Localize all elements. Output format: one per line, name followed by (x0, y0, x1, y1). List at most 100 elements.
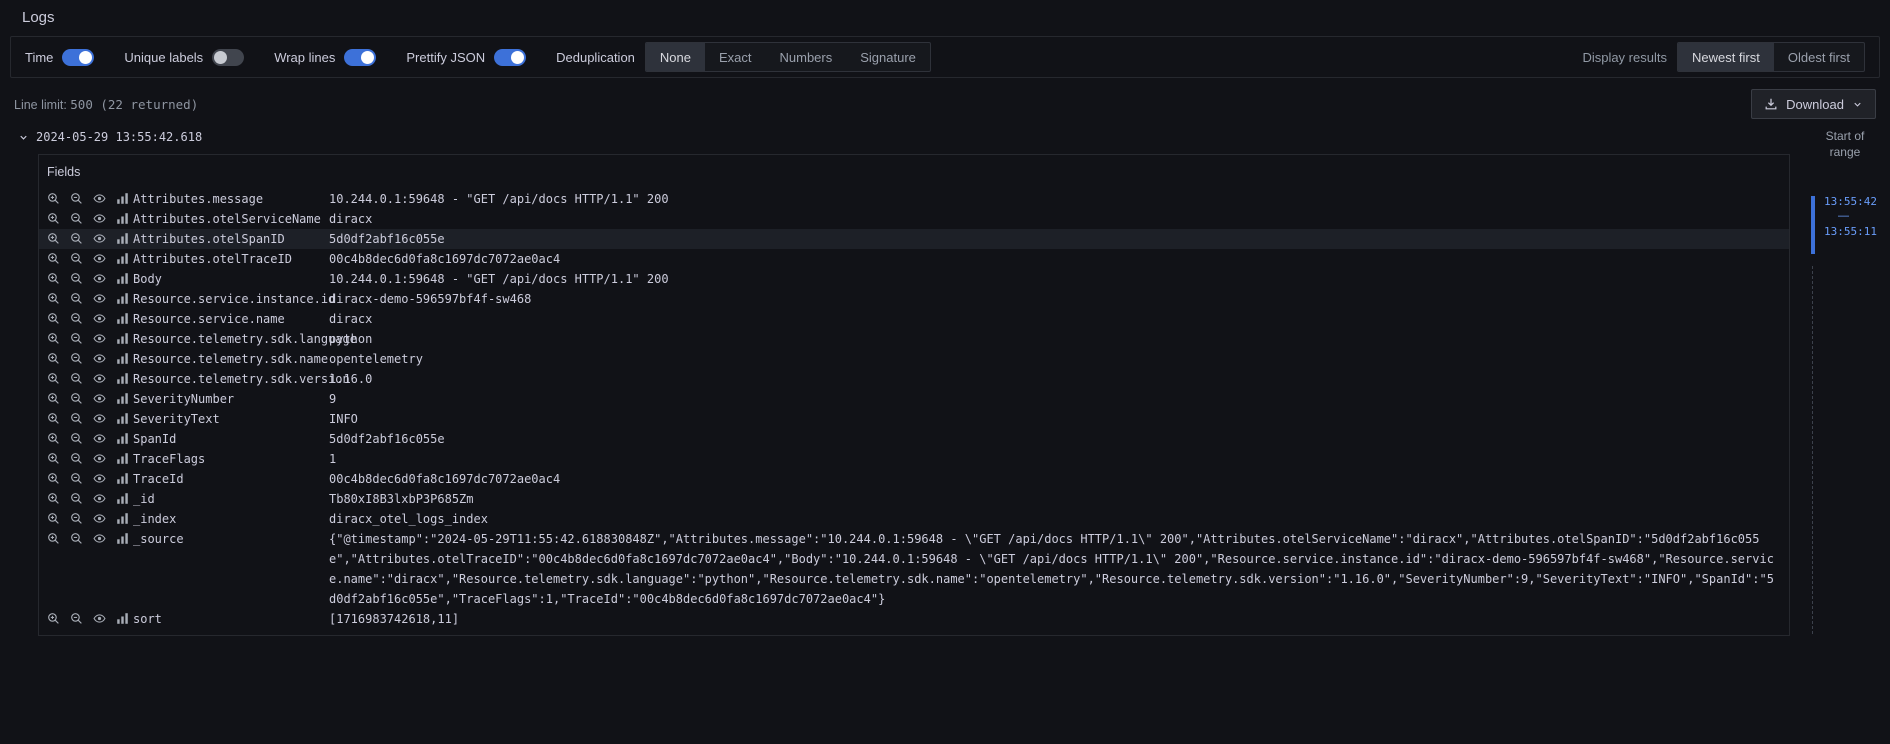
bar-chart-icon[interactable] (116, 392, 129, 405)
zoom-in-icon[interactable] (47, 492, 60, 505)
toggle-switch-prettify-json[interactable] (494, 49, 526, 66)
zoom-out-icon[interactable] (70, 252, 83, 265)
bar-chart-icon[interactable] (116, 232, 129, 245)
zoom-out-icon[interactable] (70, 412, 83, 425)
zoom-out-icon[interactable] (70, 192, 83, 205)
zoom-in-icon[interactable] (47, 432, 60, 445)
eye-icon[interactable] (93, 492, 106, 505)
eye-icon[interactable] (93, 392, 106, 405)
zoom-in-icon[interactable] (47, 332, 60, 345)
display-results-option-oldest-first[interactable]: Oldest first (1774, 43, 1864, 71)
eye-icon[interactable] (93, 472, 106, 485)
zoom-in-icon[interactable] (47, 232, 60, 245)
zoom-out-icon[interactable] (70, 212, 83, 225)
zoom-in-icon[interactable] (47, 272, 60, 285)
zoom-out-icon[interactable] (70, 472, 83, 485)
eye-icon[interactable] (93, 372, 106, 385)
eye-icon[interactable] (93, 212, 106, 225)
zoom-in-icon[interactable] (47, 412, 60, 425)
deduplication-option-signature[interactable]: Signature (846, 43, 930, 71)
bar-chart-icon[interactable] (116, 512, 129, 525)
log-timeline-minimap[interactable]: Start of range 13:55:42 — 13:55:11 (1806, 124, 1890, 744)
table-row: _id Tb80xI8B3lxbP3P685Zm (39, 489, 1789, 509)
zoom-in-icon[interactable] (47, 312, 60, 325)
zoom-in-icon[interactable] (47, 192, 60, 205)
toggle-switch-time[interactable] (62, 49, 94, 66)
deduplication-option-none[interactable]: None (646, 43, 705, 71)
eye-icon[interactable] (93, 312, 106, 325)
bar-chart-icon[interactable] (116, 332, 129, 345)
eye-icon[interactable] (93, 192, 106, 205)
zoom-in-icon[interactable] (47, 292, 60, 305)
bar-chart-icon[interactable] (116, 472, 129, 485)
field-value: {"@timestamp":"2024-05-29T11:55:42.61883… (329, 529, 1781, 609)
field-name: SeverityText (133, 409, 329, 429)
display-results-option-newest-first[interactable]: Newest first (1678, 43, 1774, 71)
zoom-out-icon[interactable] (70, 392, 83, 405)
zoom-in-icon[interactable] (47, 212, 60, 225)
selected-range[interactable]: 13:55:42 — 13:55:11 (1806, 194, 1890, 262)
zoom-out-icon[interactable] (70, 292, 83, 305)
table-row: SeverityNumber 9 (39, 389, 1789, 409)
eye-icon[interactable] (93, 412, 106, 425)
eye-icon[interactable] (93, 232, 106, 245)
bar-chart-icon[interactable] (116, 292, 129, 305)
bar-chart-icon[interactable] (116, 352, 129, 365)
zoom-in-icon[interactable] (47, 372, 60, 385)
eye-icon[interactable] (93, 332, 106, 345)
zoom-in-icon[interactable] (47, 252, 60, 265)
eye-icon[interactable] (93, 612, 106, 625)
zoom-out-icon[interactable] (70, 612, 83, 625)
eye-icon[interactable] (93, 432, 106, 445)
zoom-out-icon[interactable] (70, 332, 83, 345)
field-name: SpanId (133, 429, 329, 449)
zoom-out-icon[interactable] (70, 492, 83, 505)
zoom-out-icon[interactable] (70, 232, 83, 245)
zoom-in-icon[interactable] (47, 452, 60, 465)
zoom-out-icon[interactable] (70, 352, 83, 365)
zoom-out-icon[interactable] (70, 432, 83, 445)
zoom-out-icon[interactable] (70, 512, 83, 525)
bar-chart-icon[interactable] (116, 492, 129, 505)
eye-icon[interactable] (93, 452, 106, 465)
eye-icon[interactable] (93, 352, 106, 365)
bar-chart-icon[interactable] (116, 452, 129, 465)
log-row[interactable]: 2024-05-29 13:55:42.618 (18, 130, 1890, 144)
bar-chart-icon[interactable] (116, 432, 129, 445)
toggle-label: Prettify JSON (406, 50, 485, 65)
bar-chart-icon[interactable] (116, 412, 129, 425)
zoom-out-icon[interactable] (70, 532, 83, 545)
bar-chart-icon[interactable] (116, 612, 129, 625)
zoom-out-icon[interactable] (70, 272, 83, 285)
zoom-in-icon[interactable] (47, 472, 60, 485)
toggle-switch-wrap-lines[interactable] (344, 49, 376, 66)
zoom-in-icon[interactable] (47, 532, 60, 545)
timeline-dashed-line (1812, 266, 1813, 634)
deduplication-option-numbers[interactable]: Numbers (766, 43, 847, 71)
eye-icon[interactable] (93, 512, 106, 525)
eye-icon[interactable] (93, 272, 106, 285)
bar-chart-icon[interactable] (116, 272, 129, 285)
zoom-in-icon[interactable] (47, 392, 60, 405)
bar-chart-icon[interactable] (116, 372, 129, 385)
bar-chart-icon[interactable] (116, 192, 129, 205)
eye-icon[interactable] (93, 292, 106, 305)
eye-icon[interactable] (93, 532, 106, 545)
zoom-out-icon[interactable] (70, 452, 83, 465)
eye-icon[interactable] (93, 252, 106, 265)
zoom-in-icon[interactable] (47, 512, 60, 525)
toggle-switch-unique-labels[interactable] (212, 49, 244, 66)
bar-chart-icon[interactable] (116, 312, 129, 325)
fields-rows: Attributes.message 10.244.0.1:59648 - "G… (39, 189, 1789, 629)
zoom-in-icon[interactable] (47, 612, 60, 625)
download-button[interactable]: Download (1751, 89, 1876, 119)
collapse-chevron-icon[interactable] (18, 132, 29, 143)
bar-chart-icon[interactable] (116, 532, 129, 545)
deduplication-option-exact[interactable]: Exact (705, 43, 766, 71)
zoom-out-icon[interactable] (70, 312, 83, 325)
bar-chart-icon[interactable] (116, 212, 129, 225)
row-actions (47, 289, 133, 305)
zoom-out-icon[interactable] (70, 372, 83, 385)
bar-chart-icon[interactable] (116, 252, 129, 265)
zoom-in-icon[interactable] (47, 352, 60, 365)
